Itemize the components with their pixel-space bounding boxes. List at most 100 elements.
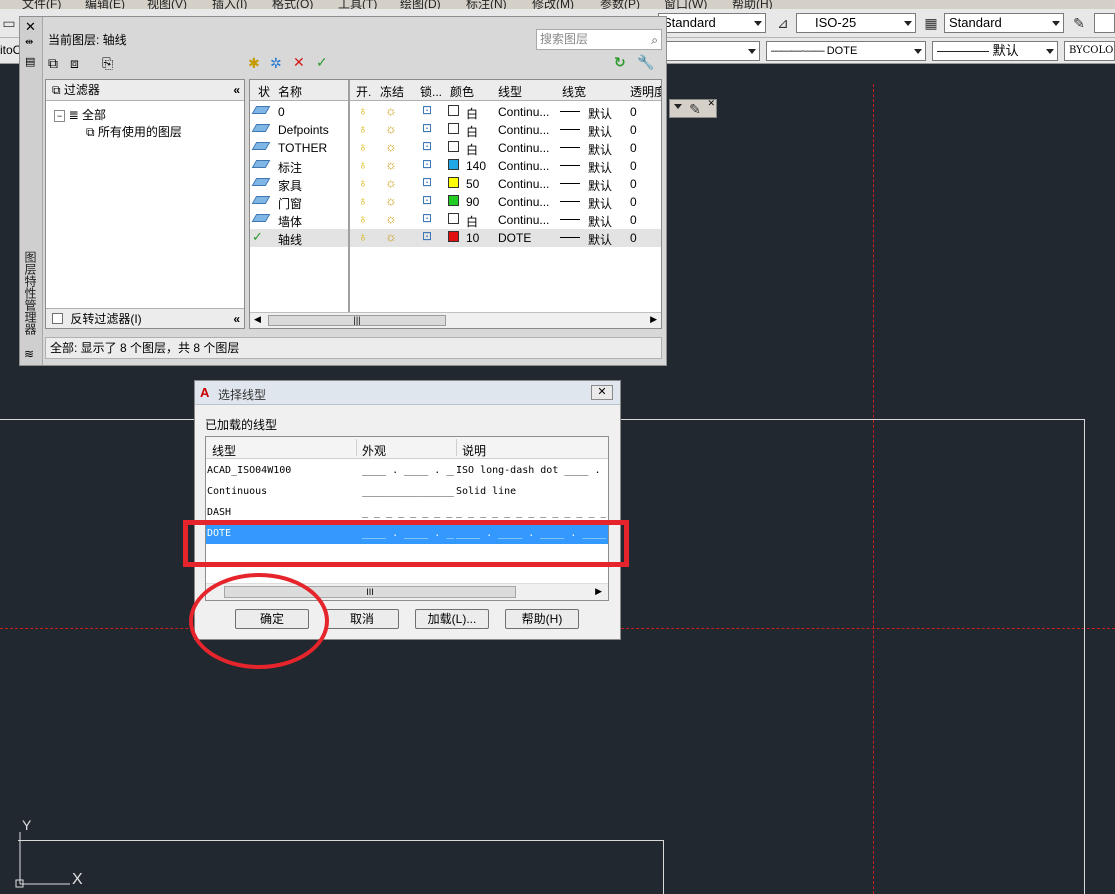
bulb-icon[interactable]: ♁ [358, 157, 368, 172]
menu-item[interactable]: 绘图(D) [400, 0, 441, 9]
col-appearance[interactable]: 外观 [362, 442, 386, 459]
menu-item[interactable]: 参数(P) [600, 0, 640, 9]
bulb-icon[interactable]: ♁ [358, 139, 368, 154]
unlock-icon[interactable]: ⊡ [422, 139, 432, 153]
linetype-row[interactable]: Continuous ______________________Solid li… [206, 482, 608, 502]
layer-linetype[interactable]: Continu... [498, 123, 549, 137]
settings-icon[interactable]: 🔧 [637, 54, 654, 70]
layer-linetype[interactable]: Continu... [498, 159, 549, 173]
dialog-close-button[interactable]: ✕ [591, 385, 613, 400]
layer-row[interactable]: 门窗 ♁ ☼ ⊡ 90 Continu... 默认 0 [250, 193, 661, 211]
layer-name[interactable]: TOTHER [278, 141, 327, 155]
menu-item[interactable]: 工具(T) [338, 0, 377, 9]
layer-list-scrollbar[interactable]: ◀ ||| ▶ [250, 312, 661, 328]
close-icon[interactable]: ✕ [707, 98, 715, 109]
text-style-combo[interactable]: Standard [658, 13, 766, 33]
new-group-filter-icon[interactable]: ⧈ [70, 55, 79, 71]
layer-lineweight[interactable]: 默认 [588, 159, 612, 176]
new-layer-vp-frozen-icon[interactable]: ✲ [270, 55, 282, 71]
layer-transparency[interactable]: 0 [630, 141, 637, 155]
layer-transparency[interactable]: 0 [630, 213, 637, 227]
sun-icon[interactable]: ☼ [385, 121, 397, 136]
layer-linetype[interactable]: Continu... [498, 141, 549, 155]
layer-linetype[interactable]: Continu... [498, 105, 549, 119]
unlock-icon[interactable]: ⊡ [422, 211, 432, 225]
bulb-icon[interactable]: ♁ [358, 193, 368, 208]
layer-lineweight[interactable]: 默认 [588, 177, 612, 194]
menu-item[interactable]: 文件(F) [22, 0, 61, 9]
col-transparency[interactable]: 透明度 [630, 83, 661, 100]
dim-style-icon[interactable]: ⊿ [774, 14, 792, 32]
layer-combo[interactable] [664, 41, 760, 61]
layer-linetype[interactable]: Continu... [498, 213, 549, 227]
unlock-icon[interactable]: ⊡ [422, 121, 432, 135]
layer-name[interactable]: 轴线 [278, 231, 302, 248]
filter-tree-item-all[interactable]: − ≣ 全部 [54, 106, 106, 123]
set-current-icon[interactable]: ✓ [316, 54, 328, 70]
layer-name[interactable]: 0 [278, 105, 285, 119]
bulb-icon[interactable]: ♁ [358, 211, 368, 226]
help-button[interactable]: 帮助(H) [505, 609, 579, 629]
layer-row[interactable]: 家具 ♁ ☼ ⊡ 50 Continu... 默认 0 [250, 175, 661, 193]
sun-icon[interactable]: ☼ [385, 139, 397, 154]
lineweight-combo[interactable]: ———— 默认 [932, 41, 1058, 61]
layer-transparency[interactable]: 0 [630, 195, 637, 209]
layer-row[interactable]: 标注 ♁ ☼ ⊡ 140 Continu... 默认 0 [250, 157, 661, 175]
multileader-style-icon[interactable]: ✎ [1070, 14, 1088, 32]
filter-tree-item-used[interactable]: ⧉ 所有使用的图层 [86, 123, 182, 140]
bulb-icon[interactable]: ♁ [358, 229, 368, 244]
load-button[interactable]: 加载(L)... [415, 609, 489, 629]
brush-icon[interactable]: ✎ [686, 100, 704, 118]
layer-transparency[interactable]: 0 [630, 177, 637, 191]
col-linetype[interactable]: 线型 [212, 442, 236, 459]
layer-row[interactable]: TOTHER ♁ ☼ ⊡ 白 Continu... 默认 0 [250, 139, 661, 157]
autohide-icon[interactable]: ⇹ [25, 37, 33, 48]
layer-name[interactable]: 标注 [278, 159, 302, 176]
plotstyle-combo[interactable]: BYCOLOR [1064, 41, 1115, 61]
layer-transparency[interactable]: 0 [630, 123, 637, 137]
menu-item[interactable]: 标注(N) [466, 0, 507, 9]
scroll-right-icon[interactable]: ▶ [595, 586, 602, 597]
menu-item[interactable]: 视图(V) [147, 0, 187, 9]
cancel-button[interactable]: 取消 [325, 609, 399, 629]
unlock-icon[interactable]: ⊡ [422, 103, 432, 117]
unlock-icon[interactable]: ⊡ [422, 175, 432, 189]
layer-linetype[interactable]: DOTE [498, 231, 531, 245]
dim-style-combo[interactable]: ISO-25 [796, 13, 916, 33]
layer-name[interactable]: 家具 [278, 177, 302, 194]
close-icon[interactable]: ✕ [25, 19, 36, 35]
col-name[interactable]: 名称 [278, 83, 302, 100]
menu-item[interactable]: 修改(M) [532, 0, 574, 9]
delete-layer-icon[interactable]: ✕ [293, 54, 305, 70]
layer-name[interactable]: 门窗 [278, 195, 302, 212]
menu-item[interactable]: 编辑(E) [85, 0, 125, 9]
layer-color-swatch[interactable] [448, 177, 459, 188]
layer-lineweight[interactable]: 默认 [588, 195, 612, 212]
collapse-icon[interactable]: « [233, 80, 240, 100]
bulb-icon[interactable]: ♁ [358, 121, 368, 136]
layer-row[interactable]: 0 ♁ ☼ ⊡ 白 Continu... 默认 0 [250, 103, 661, 121]
layer-linetype[interactable]: Continu... [498, 177, 549, 191]
col-freeze[interactable]: 冻结 [380, 83, 404, 100]
unlock-icon[interactable]: ⊡ [422, 157, 432, 171]
linetype-combo[interactable]: ———·—— DOTE [766, 41, 926, 61]
properties-icon[interactable]: ▤ [25, 55, 35, 68]
scroll-thumb[interactable]: ||| [268, 315, 446, 326]
layer-lineweight[interactable]: 默认 [588, 123, 612, 140]
layer-transparency[interactable]: 0 [630, 231, 637, 245]
scroll-left-icon[interactable]: ◀ [254, 314, 261, 325]
new-layer-icon[interactable]: ✱ [248, 55, 260, 71]
layer-states-icon[interactable]: ⎘ [102, 55, 113, 71]
sun-icon[interactable]: ☼ [385, 175, 397, 190]
table-style-icon[interactable]: ▦ [922, 14, 940, 32]
refresh-icon[interactable]: ↻ [614, 54, 626, 70]
col-on[interactable]: 开. [356, 83, 371, 100]
collapse-icon[interactable]: « [233, 309, 240, 329]
layer-row[interactable]: ✓ 轴线 ♁ ☼ ⊡ 10 DOTE 默认 0 [250, 229, 661, 247]
col-description[interactable]: 说明 [462, 442, 486, 459]
layer-color-swatch[interactable] [448, 159, 459, 170]
col-lock[interactable]: 锁... [420, 83, 442, 100]
bulb-icon[interactable]: ♁ [358, 175, 368, 190]
sun-icon[interactable]: ☼ [385, 157, 397, 172]
new-property-filter-icon[interactable]: ⧉ [48, 55, 58, 71]
